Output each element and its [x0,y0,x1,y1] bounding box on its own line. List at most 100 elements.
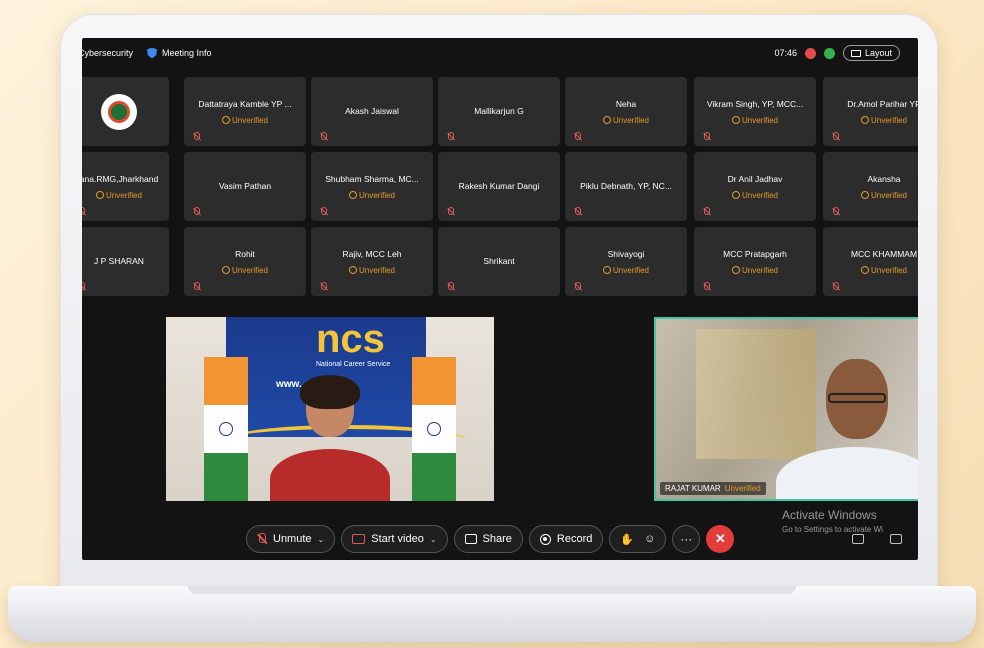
presenter-figure [270,375,390,501]
participant-tile[interactable]: J P SHARAN [82,227,169,296]
participant-tile[interactable]: Dr.Amol Parihar YP Unverified [823,77,918,146]
unverified-badge: Unverified [731,265,778,275]
participant-tile[interactable]: Dattatraya Kamble YP ... Unverified [184,77,306,146]
participant-tile[interactable]: Neha Unverified [565,77,687,146]
clock-icon [860,191,869,199]
microphone-muted-icon [831,282,840,291]
unverified-badge: Unverified [602,116,649,125]
microphone-muted-icon [573,207,582,216]
clock-icon [860,116,869,124]
participant-tile[interactable]: Mallikarjun G [438,77,560,146]
participant-tile[interactable] [82,77,169,146]
participant-tile[interactable]: Shubham Sharma, MC... Unverified [311,152,433,221]
meeting-info-button[interactable]: Meeting Info [147,47,212,59]
clock-icon [731,116,740,124]
microphone-muted-icon [702,282,711,291]
participant-name: Vasim Pathan [218,181,272,191]
speaker-status: Unverified [724,484,761,493]
participant-tile[interactable]: Rohit Unverified [184,227,306,296]
participant-tile[interactable]: Vasim Pathan [184,152,306,221]
participant-status: Unverified [231,115,268,125]
participant-tile[interactable]: Dr Anil Jadhav Unverified [694,152,816,221]
microphone-muted-icon [446,132,455,141]
speaker-name-tag: RAJAT KUMAR Unverified [660,482,766,495]
participant-status: Unverified [741,265,778,275]
clock-icon [348,266,357,274]
participant-name: J P SHARAN [94,256,144,266]
video-tile-active-speaker[interactable]: RAJAT KUMAR Unverified [654,317,918,501]
video-tile-host[interactable]: ncs National Career Service www. [166,317,494,501]
record-icon [539,533,551,545]
participant-name: ana.RMG,Jharkhand [82,173,159,184]
unverified-badge: Unverified [731,116,778,125]
participant-tile[interactable]: Rajiv, MCC Leh Unverified [311,227,433,296]
participant-name: Rakesh Kumar Dangi [458,181,540,191]
chevron-down-icon[interactable]: ⌄ [318,535,325,544]
participant-status: Unverified [870,265,907,275]
participant-status: Unverified [741,190,778,200]
microphone-muted-icon [192,207,201,216]
participant-tile[interactable]: MCC KHAMMAM Unverified [823,227,918,296]
chevron-down-icon[interactable]: ⌄ [430,535,437,544]
start-video-button[interactable]: Start video ⌄ [341,525,448,553]
microphone-muted-icon [319,132,328,141]
meeting-info-label: Meeting Info [162,48,212,58]
participant-tile[interactable]: MCC Pratapgarh Unverified [694,227,816,296]
emoji-icon[interactable]: ☺ [644,533,655,545]
microphone-muted-icon [446,282,455,291]
share-label: Share [482,533,512,545]
watermark-line1: Activate Windows [782,508,877,522]
participant-name: Dattatraya Kamble YP ... [198,98,292,109]
participant-tile[interactable]: Rakesh Kumar Dangi [438,152,560,221]
blurred-background [696,329,816,459]
raise-hand-icon[interactable]: ✋ [620,533,634,546]
unverified-badge: Unverified [221,115,268,125]
recording-indicator-icon [804,47,816,59]
participant-tile[interactable]: Vikram Singh, YP, MCC... Unverified [694,77,816,146]
share-button[interactable]: Share [453,525,523,553]
end-call-button[interactable]: ✕ [706,525,735,553]
record-label: Record [556,533,593,545]
clock-icon [860,266,869,274]
organization-logo-icon [101,93,137,130]
participant-name: Akash Jaiswal [345,106,399,116]
ncs-logo-text: ncs [316,317,385,361]
participant-status: Unverified [358,190,395,200]
participant-name: Rajiv, MCC Leh [342,248,402,259]
clock-icon [731,266,740,274]
participant-name: Shubham Sharma, MC... [325,173,419,184]
participant-name: Shivayogi [607,248,645,259]
clock-icon [731,191,740,199]
clock-icon [95,191,104,199]
participant-tile[interactable]: Shrikant [438,227,560,296]
microphone-muted-icon [573,132,582,141]
unverified-badge: Unverified [731,190,778,200]
unmute-button[interactable]: Unmute ⌄ [246,525,336,553]
start-video-label: Start video [371,533,424,545]
participant-name: Akansha [867,173,901,184]
participant-tile[interactable]: Piklu Debnath, YP, NC... [565,152,687,221]
participant-tile[interactable]: Akansha Unverified [823,152,918,221]
participants-icon[interactable] [852,534,864,544]
microphone-muted-icon [192,282,201,291]
watermark-line2: Go to Settings to activate Wi [782,525,883,534]
clock-icon [348,191,357,199]
microphone-muted-icon [319,207,328,216]
unverified-badge: Unverified [348,190,395,200]
participant-tile[interactable]: Akash Jaiswal [311,77,433,146]
record-button[interactable]: Record [528,525,604,553]
participant-name: Shrikant [483,256,515,266]
participant-tile[interactable]: Shivayogi Unverified [565,227,687,296]
unverified-badge: Unverified [95,191,142,200]
layout-button[interactable]: Layout [842,45,900,61]
more-button[interactable]: ··· [672,525,701,553]
participant-tile[interactable]: ana.RMG,Jharkhand Unverified [82,152,169,221]
camera-off-icon [352,534,366,544]
shield-icon [147,47,158,59]
participant-name: MCC KHAMMAM [850,248,918,259]
microphone-muted-icon [831,132,840,141]
meeting-time: 07:46 [774,48,797,58]
participant-status: Unverified [870,115,907,125]
clock-icon [602,116,611,124]
chat-icon[interactable] [890,534,902,544]
